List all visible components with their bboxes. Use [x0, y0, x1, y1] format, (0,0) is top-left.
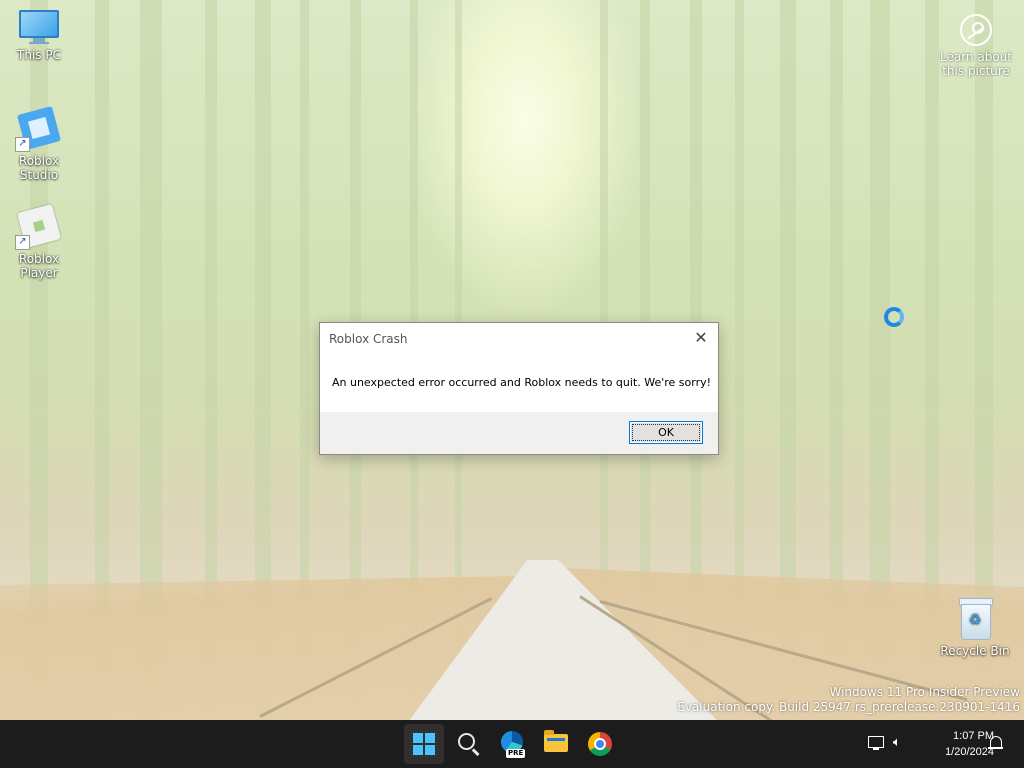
start-button[interactable]	[404, 724, 444, 764]
desktop-icon-label: Roblox Studio	[18, 154, 60, 182]
build-watermark: Windows 11 Pro Insider Preview Evaluatio…	[677, 685, 1020, 715]
network-icon[interactable]	[867, 734, 885, 752]
search-icon	[458, 733, 475, 750]
notification-bell-icon[interactable]	[987, 734, 1005, 752]
edge-preview-button[interactable]: PRE	[492, 724, 532, 764]
edge-pre-badge: PRE	[506, 749, 526, 758]
dialog-footer: OK	[320, 412, 718, 454]
close-icon[interactable]: ✕	[690, 328, 712, 350]
roblox-player-icon: ↗	[15, 203, 62, 250]
search-button[interactable]	[448, 724, 488, 764]
desktop-icon-roblox-player[interactable]: ↗ Roblox Player	[0, 203, 78, 280]
busy-cursor-icon	[884, 307, 904, 327]
clock-date: 1/20/2024	[945, 746, 994, 758]
recycle-bin-icon: ♻	[957, 596, 993, 640]
file-explorer-button[interactable]	[536, 724, 576, 764]
dialog-title: Roblox Crash	[329, 332, 408, 346]
shortcut-arrow-icon: ↗	[15, 235, 30, 250]
chrome-button[interactable]	[580, 724, 620, 764]
folder-icon	[544, 730, 568, 752]
watermark-line2: Evaluation copy. Build 25947.rs_prerelea…	[677, 700, 1020, 714]
desktop-icon-label: Roblox Player	[18, 252, 60, 280]
learn-about-picture[interactable]: Learn about this picture	[936, 14, 1016, 78]
windows-logo-icon	[413, 733, 435, 755]
dialog-body: An unexpected error occurred and Roblox …	[320, 353, 718, 412]
volume-muted-icon[interactable]: 🔈︎	[893, 734, 911, 752]
learn-about-line1: Learn about	[940, 50, 1012, 64]
desktop-icon-label: This PC	[17, 48, 61, 62]
monitor-icon	[19, 10, 59, 44]
watermark-line1: Windows 11 Pro Insider Preview	[829, 685, 1020, 699]
desktop-icon-label: Recycle Bin	[940, 644, 1010, 658]
roblox-studio-icon: ↗	[15, 105, 62, 152]
dialog-message: An unexpected error occurred and Roblox …	[332, 376, 712, 389]
camera-icon	[960, 14, 992, 46]
learn-about-line2: this picture	[942, 64, 1010, 78]
crash-dialog: Roblox Crash ✕ An unexpected error occur…	[319, 322, 719, 455]
ok-button[interactable]: OK	[629, 421, 703, 444]
dialog-titlebar[interactable]: Roblox Crash ✕	[320, 323, 718, 353]
desktop-icon-this-pc[interactable]: This PC	[0, 10, 78, 62]
chrome-icon	[588, 732, 612, 756]
desktop-icon-recycle-bin[interactable]: ♻ Recycle Bin	[936, 596, 1014, 658]
desktop-icon-roblox-studio[interactable]: ↗ Roblox Studio	[0, 105, 78, 182]
taskbar-clock[interactable]: 1:07 PM 1/20/2024	[920, 728, 994, 760]
clock-time: 1:07 PM	[953, 730, 994, 742]
shortcut-arrow-icon: ↗	[15, 137, 30, 152]
